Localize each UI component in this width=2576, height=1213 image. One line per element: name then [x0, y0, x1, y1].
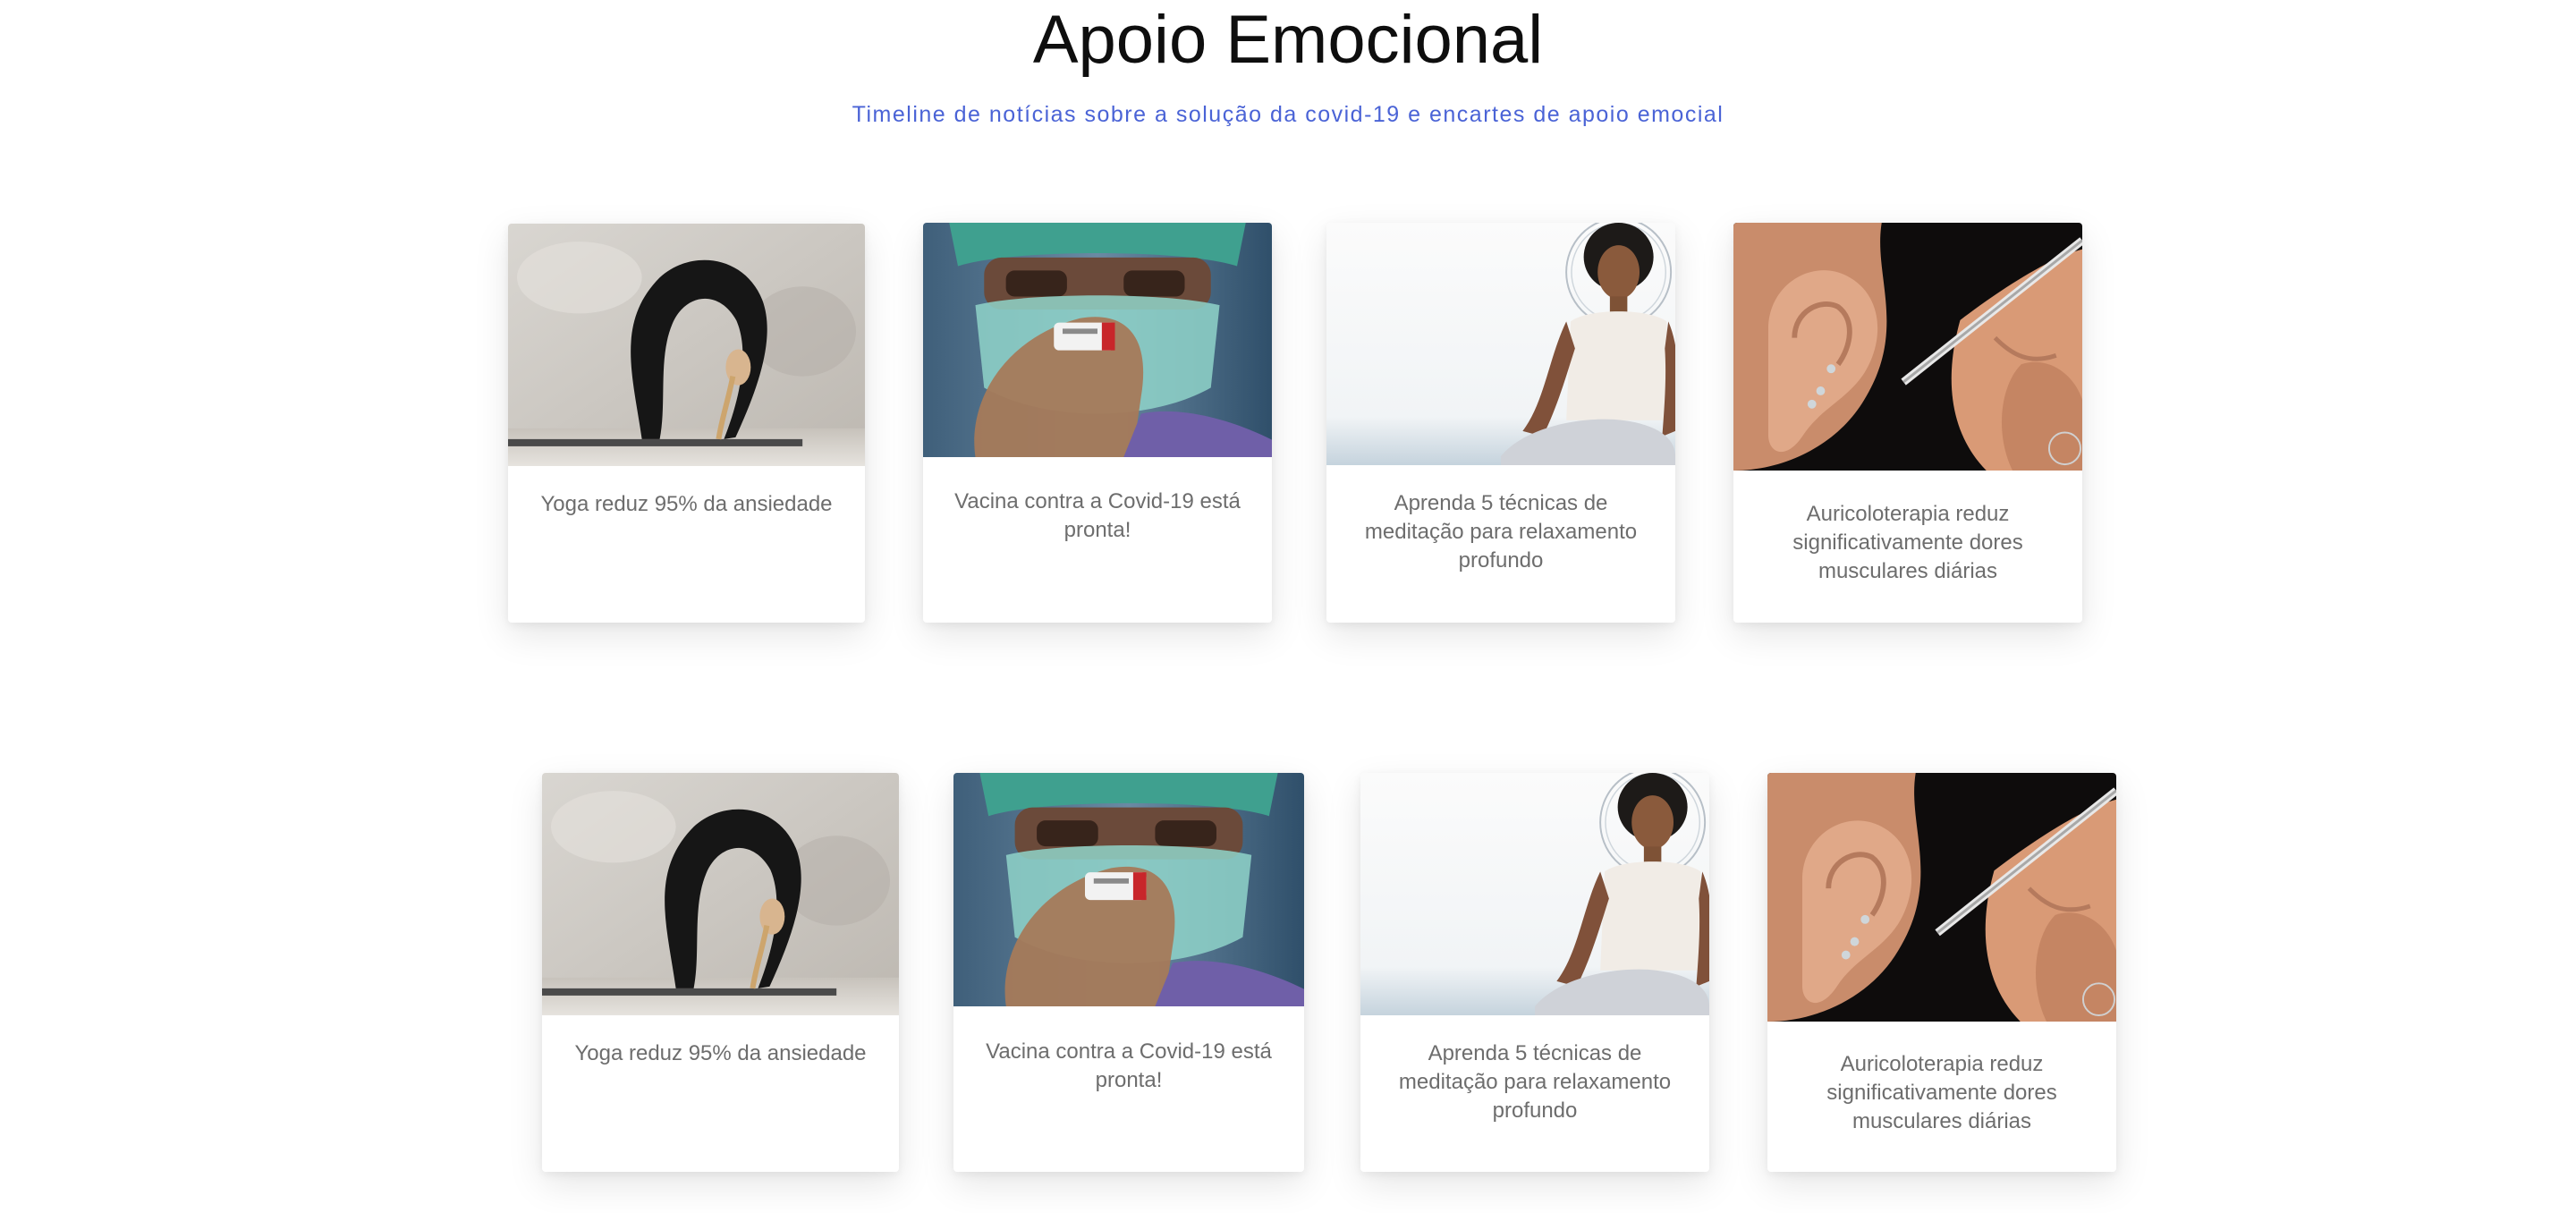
news-card[interactable]: Vacina contra a Covid-19 está pronta! — [953, 773, 1304, 1172]
ear-acupuncture-image[interactable] — [1767, 773, 2116, 1022]
news-card[interactable]: Auricoloterapia reduz significativamente… — [1767, 773, 2116, 1172]
news-card[interactable]: Yoga reduz 95% da ansiedade — [508, 224, 865, 623]
page-subtitle: Timeline de notícias sobre a solução da … — [852, 102, 1724, 127]
news-card[interactable]: Auricoloterapia reduz significativamente… — [1733, 223, 2082, 623]
page-title: Apoio Emocional — [1032, 2, 1544, 78]
meditation-woman-image[interactable] — [1360, 773, 1709, 1015]
news-card[interactable]: Aprenda 5 técnicas de meditação para rel… — [1326, 223, 1675, 623]
vaccine-vial-image[interactable] — [923, 223, 1272, 457]
news-card-caption: Vacina contra a Covid-19 está pronta! — [954, 489, 1241, 542]
news-card-caption: Aprenda 5 técnicas de meditação para rel… — [1364, 491, 1638, 573]
news-card[interactable]: Aprenda 5 técnicas de meditação para rel… — [1360, 773, 1709, 1172]
news-card[interactable]: Yoga reduz 95% da ansiedade — [542, 773, 899, 1172]
ear-acupuncture-image[interactable] — [1733, 223, 2082, 471]
news-card-caption: Aprenda 5 técnicas de meditação para rel… — [1398, 1041, 1672, 1123]
news-card-caption: Yoga reduz 95% da ansiedade — [574, 1041, 867, 1065]
news-card-caption: Yoga reduz 95% da ansiedade — [540, 492, 833, 516]
news-card-caption: Vacina contra a Covid-19 está pronta! — [986, 1039, 1272, 1092]
news-card-caption: Auricoloterapia reduz significativamente… — [1792, 502, 2023, 583]
yoga-pose-image[interactable] — [508, 224, 865, 466]
yoga-pose-image[interactable] — [542, 773, 899, 1015]
news-card[interactable]: Vacina contra a Covid-19 está pronta! — [923, 223, 1272, 623]
meditation-woman-image[interactable] — [1326, 223, 1675, 465]
vaccine-vial-image[interactable] — [953, 773, 1304, 1006]
news-card-caption: Auricoloterapia reduz significativamente… — [1826, 1052, 2057, 1133]
